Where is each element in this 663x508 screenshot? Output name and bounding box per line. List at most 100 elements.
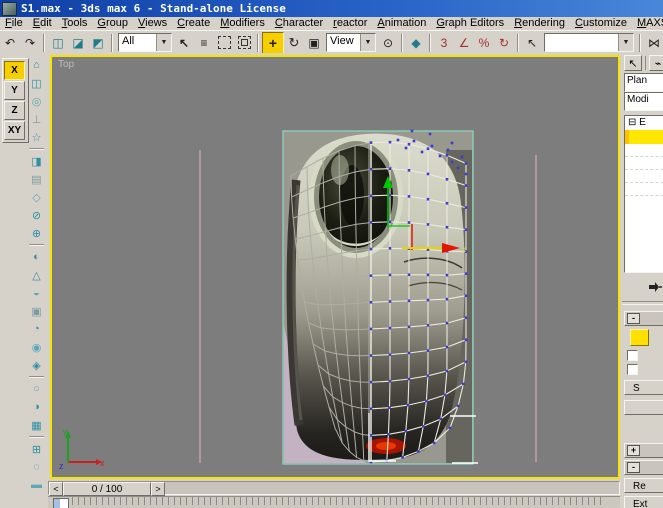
menu-animation[interactable]: Animation [372, 17, 431, 30]
modifier-list-dropdown[interactable]: Modi [624, 92, 663, 111]
pin-stack-icon[interactable] [648, 281, 662, 293]
left-tool-icon-26[interactable]: ▬ [28, 477, 45, 493]
menu-reactor[interactable]: reactor [328, 17, 372, 30]
use-pivot-center-button[interactable]: ⊙ [378, 33, 398, 53]
select-and-move-button[interactable]: + [262, 32, 284, 54]
select-and-manipulate-button[interactable]: ◆ [406, 33, 426, 53]
left-tool-icon-13[interactable]: △ [28, 267, 45, 283]
stack-selected-row[interactable] [625, 130, 663, 144]
menu-views[interactable]: Views [133, 17, 172, 30]
left-tool-icon-25[interactable]: ◌ [28, 459, 45, 475]
redo-icon[interactable]: ↷ [20, 33, 40, 53]
left-tool-icon-1[interactable]: ◫ [28, 75, 45, 91]
select-and-scale-button[interactable]: ▣ [304, 33, 324, 53]
track-bar[interactable] [48, 496, 620, 508]
axis-z-button[interactable]: Z [4, 101, 25, 120]
spinner-snap-button[interactable]: ↻ [494, 33, 514, 53]
left-tool-icon-0[interactable]: ⌂ [28, 57, 45, 73]
track-tick [522, 497, 523, 505]
named-selection-dropdown[interactable]: ▼ [544, 33, 634, 52]
show-button[interactable]: S [624, 380, 663, 395]
expand-icon[interactable]: ⊟ [628, 117, 636, 128]
left-tool-icon-10[interactable]: ⊕ [28, 225, 45, 241]
chevron-down-icon[interactable]: ▼ [360, 34, 375, 51]
prev-frame-button[interactable]: < [49, 482, 63, 496]
rollout-edit-header[interactable]: - [624, 460, 663, 475]
time-slider-handle[interactable]: 0 / 100 [63, 482, 151, 496]
left-tool-icon-8[interactable]: ◇ [28, 189, 45, 205]
left-tool-icon-3[interactable]: ⊥ [28, 111, 45, 127]
bind-to-spacewarp-icon[interactable]: ◩ [88, 33, 108, 53]
chevron-down-icon[interactable]: ▼ [618, 34, 633, 51]
collapse-icon[interactable]: - [627, 462, 640, 473]
select-and-link-icon[interactable]: ◫ [48, 33, 68, 53]
menu-edit[interactable]: Edit [28, 17, 57, 30]
axis-y-button[interactable]: Y [4, 81, 25, 100]
next-frame-button[interactable]: > [151, 482, 165, 496]
subobject-mode-button[interactable] [630, 329, 649, 346]
extrude-button[interactable]: Ext [624, 496, 663, 508]
menu-maxscript[interactable]: MAXScript [632, 17, 663, 30]
viewport-canvas[interactable]: x Y x z [52, 57, 618, 477]
left-tool-icon-14[interactable]: ◒ [28, 285, 45, 301]
left-tool-icon-4[interactable]: ☆ [28, 129, 45, 145]
undo-icon[interactable]: ↶ [0, 33, 20, 53]
select-and-rotate-button[interactable]: ↻ [284, 33, 304, 53]
left-tool-icon-18[interactable]: ◈ [28, 357, 45, 373]
left-tool-icon-22[interactable]: ▦ [28, 417, 45, 433]
unlink-selection-icon[interactable]: ◪ [68, 33, 88, 53]
percent-snap-button[interactable]: % [474, 33, 494, 53]
named-selection-sets-button[interactable]: ↖ [522, 33, 542, 53]
rollout-selection-header[interactable]: - [624, 311, 663, 326]
menu-rendering[interactable]: Rendering [509, 17, 570, 30]
collapse-icon[interactable]: - [627, 313, 640, 324]
reference-coordinate-dropdown[interactable]: View ▼ [326, 33, 376, 52]
select-by-name-button[interactable]: ≡ [194, 33, 214, 53]
checkbox-2[interactable] [627, 364, 638, 375]
select-object-button[interactable]: ↖ [174, 33, 194, 53]
menu-group[interactable]: Group [92, 17, 133, 30]
snap-toggle-button[interactable]: 3 [434, 33, 454, 53]
left-tool-icon-7[interactable]: ▤ [28, 171, 45, 187]
left-tool-icon-24[interactable]: ⊞ [28, 441, 45, 457]
axis-xy-button[interactable]: XY [4, 121, 25, 140]
left-tool-icon-12[interactable]: ◐ [28, 249, 45, 265]
modify-tab-icon[interactable]: ⌁ [649, 55, 663, 71]
track-tick [186, 497, 187, 505]
mirror-button[interactable]: ⋈ [644, 33, 663, 53]
stack-root-row[interactable]: ⊟ E [625, 116, 663, 130]
expand-icon[interactable]: + [627, 445, 640, 456]
window-crossing-toggle[interactable] [234, 33, 254, 53]
object-name-field[interactable]: Plan [624, 73, 663, 92]
viewport-label[interactable]: Top [58, 59, 74, 70]
rectangular-selection-region-button[interactable] [214, 33, 234, 53]
menu-modifiers[interactable]: Modifiers [215, 17, 270, 30]
left-tool-icon-6[interactable]: ◨ [28, 153, 45, 169]
chevron-down-icon[interactable]: ▼ [156, 34, 171, 51]
left-tool-icon-16[interactable]: ◔ [28, 321, 45, 337]
menu-customize[interactable]: Customize [570, 17, 632, 30]
menu-character[interactable]: Character [270, 17, 328, 30]
left-tool-icon-9[interactable]: ⊘ [28, 207, 45, 223]
left-tool-icon-21[interactable]: ◑ [28, 399, 45, 415]
menu-file[interactable]: File [0, 17, 28, 30]
menu-graph-editors[interactable]: Graph Editors [431, 17, 509, 30]
checkbox-1[interactable] [627, 350, 638, 361]
selection-filter-dropdown[interactable]: All ▼ [118, 33, 172, 52]
titlebar[interactable]: S1.max - 3ds max 6 - Stand-alone License [0, 0, 663, 17]
track-tick [114, 497, 115, 505]
left-tool-icon-17[interactable]: ◉ [28, 339, 45, 355]
axis-x-button[interactable]: X [4, 61, 25, 80]
left-tool-icon-15[interactable]: ▣ [28, 303, 45, 319]
modifier-stack[interactable]: ⊟ E [624, 115, 663, 273]
repeat-button[interactable]: Re [624, 478, 663, 493]
viewport-top[interactable]: Top [50, 55, 620, 479]
frame-marker[interactable] [53, 498, 69, 508]
rollout-collapsed-header[interactable]: + [624, 443, 663, 458]
menu-create[interactable]: Create [172, 17, 215, 30]
menu-tools[interactable]: Tools [57, 17, 93, 30]
angle-snap-button[interactable]: ∠ [454, 33, 474, 53]
left-tool-icon-2[interactable]: ◎ [28, 93, 45, 109]
select-tab-icon[interactable]: ↖ [624, 55, 642, 71]
left-tool-icon-20[interactable]: ○ [28, 381, 45, 397]
